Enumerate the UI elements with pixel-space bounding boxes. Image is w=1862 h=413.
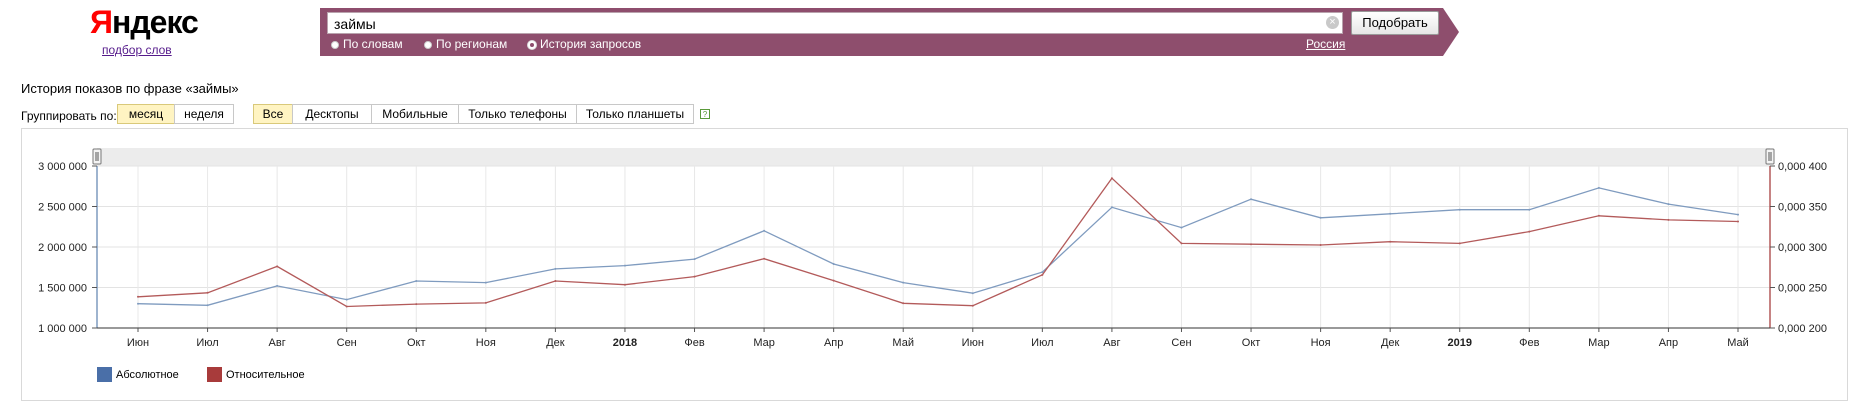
range-handle-left bbox=[92, 148, 102, 165]
series-point bbox=[1110, 177, 1113, 180]
x-tick-label: Авг bbox=[269, 337, 286, 349]
series-point bbox=[902, 281, 905, 284]
series-point bbox=[345, 305, 348, 308]
series-point bbox=[1389, 212, 1392, 215]
legend-label[interactable]: Относительное bbox=[226, 369, 305, 381]
x-tick-label: Авг bbox=[1103, 337, 1120, 349]
x-tick-label: Окт bbox=[1242, 337, 1261, 349]
series-point bbox=[345, 298, 348, 301]
x-tick-label: Май bbox=[1727, 337, 1749, 349]
legend-label[interactable]: Абсолютное bbox=[116, 369, 179, 381]
series-point bbox=[137, 295, 139, 298]
series-point bbox=[484, 301, 487, 304]
series-point bbox=[554, 267, 557, 270]
x-tick-label: Июн bbox=[127, 337, 149, 349]
series-point bbox=[1597, 214, 1600, 217]
series-point bbox=[137, 302, 139, 305]
x-tick-label: Апр bbox=[824, 337, 843, 349]
series-point bbox=[1180, 242, 1183, 245]
series-point bbox=[1458, 208, 1461, 211]
series-point bbox=[902, 302, 905, 305]
right-tick-label: 0,000 250 bbox=[1778, 283, 1827, 295]
history-chart: 1 000 000 1 500 000 2 000 000 2 500 000 3 00… bbox=[38, 148, 1827, 349]
x-tick-label: Апр bbox=[1659, 337, 1678, 349]
series-point bbox=[763, 257, 766, 260]
series-point bbox=[276, 284, 279, 287]
x-tick-label: Июл bbox=[196, 337, 218, 349]
left-tick-label: 1 500 000 bbox=[38, 283, 87, 295]
left-tick-label: 2 500 000 bbox=[38, 202, 87, 214]
x-tick-label: Июн bbox=[962, 337, 984, 349]
x-tick-label: Дек bbox=[1381, 337, 1400, 349]
x-tick-label: 2018 bbox=[613, 337, 637, 349]
series-point bbox=[1458, 242, 1461, 245]
series-point bbox=[206, 304, 209, 307]
right-tick-label: 0,000 350 bbox=[1778, 202, 1827, 214]
series-point bbox=[206, 291, 209, 294]
x-tick-label: Мар bbox=[753, 337, 775, 349]
left-tick-label: 1 000 000 bbox=[38, 323, 87, 335]
left-tick-label: 2 000 000 bbox=[38, 242, 87, 254]
x-tick-label: Сен bbox=[337, 337, 357, 349]
x-tick-label: Май bbox=[892, 337, 914, 349]
series-point bbox=[415, 303, 418, 306]
series-point bbox=[693, 275, 696, 278]
series-point bbox=[415, 280, 418, 282]
series-point bbox=[1737, 213, 1739, 216]
right-tick-label: 0,000 200 bbox=[1778, 323, 1827, 335]
legend-swatch[interactable] bbox=[97, 367, 112, 382]
series-point bbox=[1389, 240, 1392, 243]
series-point bbox=[554, 280, 557, 282]
series-point bbox=[276, 265, 279, 268]
series-point bbox=[1250, 243, 1253, 246]
series-point bbox=[763, 229, 766, 232]
series-point bbox=[623, 283, 626, 286]
series-point bbox=[1319, 244, 1322, 246]
series-point bbox=[832, 279, 835, 282]
x-tick-label: Мар bbox=[1588, 337, 1610, 349]
legend-swatch[interactable] bbox=[207, 367, 222, 382]
x-tick-label: Сен bbox=[1171, 337, 1191, 349]
series-point bbox=[1110, 206, 1113, 209]
right-tick-label: 0,000 400 bbox=[1778, 161, 1827, 173]
x-tick-label: Фев bbox=[1519, 337, 1539, 349]
series-point bbox=[1667, 218, 1670, 221]
x-tick-label: Фев bbox=[684, 337, 704, 349]
series-point bbox=[1528, 230, 1531, 233]
x-tick-label: 2019 bbox=[1447, 337, 1471, 349]
x-tick-label: Июл bbox=[1031, 337, 1053, 349]
series-point bbox=[1667, 203, 1670, 206]
series-point bbox=[832, 263, 835, 265]
range-navigator bbox=[97, 148, 1770, 166]
series-point bbox=[623, 264, 626, 267]
series-point bbox=[1041, 273, 1044, 276]
right-tick-label: 0,000 300 bbox=[1778, 242, 1827, 254]
range-handle-right bbox=[1765, 148, 1775, 165]
series-point bbox=[1597, 186, 1600, 189]
series-point bbox=[1041, 271, 1044, 274]
series-point bbox=[1250, 198, 1253, 201]
series-point bbox=[971, 292, 974, 295]
series-point bbox=[971, 304, 974, 307]
series-point bbox=[1319, 216, 1322, 219]
x-tick-label: Окт bbox=[407, 337, 426, 349]
x-tick-label: Дек bbox=[546, 337, 565, 349]
series-point bbox=[1737, 220, 1739, 223]
series-point bbox=[484, 281, 487, 284]
series-point bbox=[1528, 208, 1531, 211]
x-tick-label: Ноя bbox=[476, 337, 496, 349]
series-point bbox=[1180, 226, 1183, 229]
x-tick-label: Ноя bbox=[1311, 337, 1331, 349]
series-point bbox=[693, 258, 696, 261]
left-tick-label: 3 000 000 bbox=[38, 161, 87, 173]
